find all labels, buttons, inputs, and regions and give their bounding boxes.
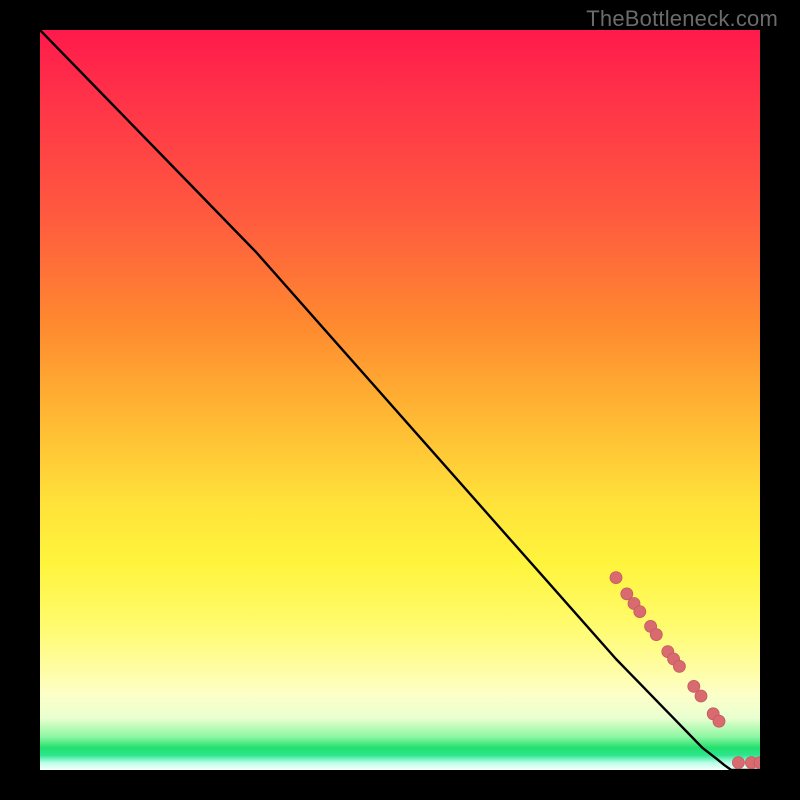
chart-frame: TheBottleneck.com xyxy=(0,0,800,800)
data-marker xyxy=(610,572,622,584)
curve-line xyxy=(40,30,760,770)
data-marker xyxy=(673,660,685,672)
curve-markers xyxy=(610,572,760,769)
plot-area xyxy=(40,30,760,770)
attribution-text: TheBottleneck.com xyxy=(586,6,778,32)
data-marker xyxy=(732,757,744,769)
data-marker xyxy=(650,629,662,641)
data-marker xyxy=(695,690,707,702)
chart-overlay xyxy=(40,30,760,770)
data-marker xyxy=(634,606,646,618)
data-marker xyxy=(713,715,725,727)
